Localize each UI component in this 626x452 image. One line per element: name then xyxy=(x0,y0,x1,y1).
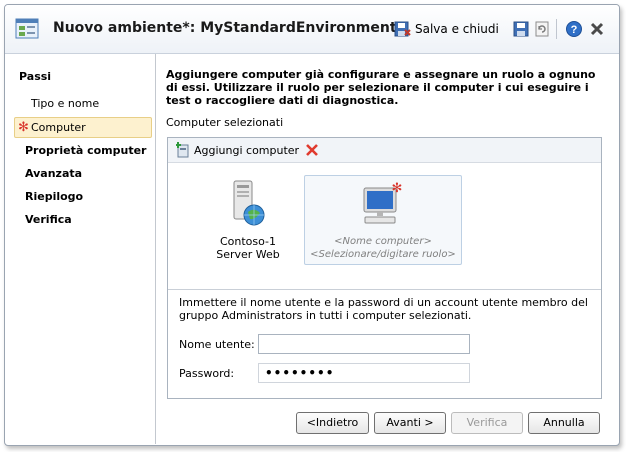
step-label: Riepilogo xyxy=(25,190,84,203)
steps-heading: Passi xyxy=(19,70,52,83)
step-riepilogo[interactable]: Riepilogo xyxy=(15,187,151,207)
step-proprieta-computer[interactable]: Proprietà computer xyxy=(15,141,151,161)
save-icon[interactable] xyxy=(512,20,530,38)
add-computer-label: Aggiungi computer xyxy=(194,143,300,157)
toolbar-separator xyxy=(556,19,557,39)
username-input[interactable] xyxy=(258,334,470,354)
instructions-text: Aggiungere computer già configurare e as… xyxy=(166,68,596,107)
cancel-button[interactable]: Annulla xyxy=(528,412,600,434)
step-label: Proprietà computer xyxy=(25,144,147,157)
password-input[interactable]: •••••••• xyxy=(258,363,470,383)
required-star-icon: ✻ xyxy=(18,120,29,135)
step-label: Verifica xyxy=(25,213,72,226)
computer-role: Server Web xyxy=(216,248,280,261)
back-button[interactable]: <Indietro xyxy=(296,412,369,434)
environment-icon xyxy=(15,18,39,39)
step-label: Tipo e nome xyxy=(31,97,100,110)
computer-card[interactable]: Contoso-1 Server Web xyxy=(170,175,326,263)
computer-name-placeholder: <Nome computer> xyxy=(334,236,432,247)
password-label: Password: xyxy=(179,367,235,380)
main-content: Aggiungere computer già configurare e as… xyxy=(156,54,619,444)
save-and-close-button[interactable]: Salva e chiudi xyxy=(393,19,499,39)
panel-toolbar: Aggiungi computer xyxy=(168,138,601,163)
computer-role-placeholder: <Selezionare/digitare ruolo> xyxy=(310,249,456,260)
svg-text:?: ? xyxy=(571,24,578,36)
step-label: Avanzata xyxy=(25,167,83,180)
web-server-icon xyxy=(233,180,265,226)
computer-name: Contoso-1 xyxy=(219,235,277,248)
close-icon[interactable] xyxy=(588,20,606,38)
title-bar: Nuovo ambiente*: MyStandardEnvironment S… xyxy=(5,5,619,54)
computers-list: Contoso-1 Server Web ✻ <Nome computer> <… xyxy=(168,163,601,290)
computer-new-icon: ✻ xyxy=(363,181,403,224)
svg-text:✻: ✻ xyxy=(392,181,403,196)
save-and-close-icon xyxy=(394,21,411,37)
delete-icon[interactable] xyxy=(304,141,320,159)
selected-computers-label: Computer selezionati xyxy=(166,116,284,129)
step-computer[interactable]: ✻ Computer xyxy=(14,117,152,138)
step-tipo-e-nome[interactable]: Tipo e nome xyxy=(15,94,151,114)
credentials-note: Immettere il nome utente e la password d… xyxy=(179,296,588,322)
steps-sidebar: Passi Tipo e nome ✻ Computer Proprietà c… xyxy=(5,54,156,444)
step-avanzata[interactable]: Avanzata xyxy=(15,164,151,184)
step-label: Computer xyxy=(31,121,86,134)
verify-button[interactable]: Verifica xyxy=(451,412,523,434)
wizard-window: Nuovo ambiente*: MyStandardEnvironment S… xyxy=(4,4,620,446)
add-computer-icon xyxy=(176,142,189,158)
username-label: Nome utente: xyxy=(179,338,255,351)
window-title: Nuovo ambiente*: MyStandardEnvironment xyxy=(53,20,397,36)
refresh-icon[interactable] xyxy=(533,20,551,38)
selected-computers-panel: Aggiungi computer Contoso-1 Server Web ✻… xyxy=(167,137,602,399)
add-computer-button[interactable]: Aggiungi computer xyxy=(176,141,299,159)
step-verifica[interactable]: Verifica xyxy=(15,210,151,230)
next-button[interactable]: Avanti > xyxy=(374,412,446,434)
new-computer-card[interactable]: ✻ <Nome computer> <Selezionare/digitare … xyxy=(304,175,462,265)
save-and-close-label: Salva e chiudi xyxy=(415,22,499,36)
help-icon[interactable]: ? xyxy=(565,20,583,38)
